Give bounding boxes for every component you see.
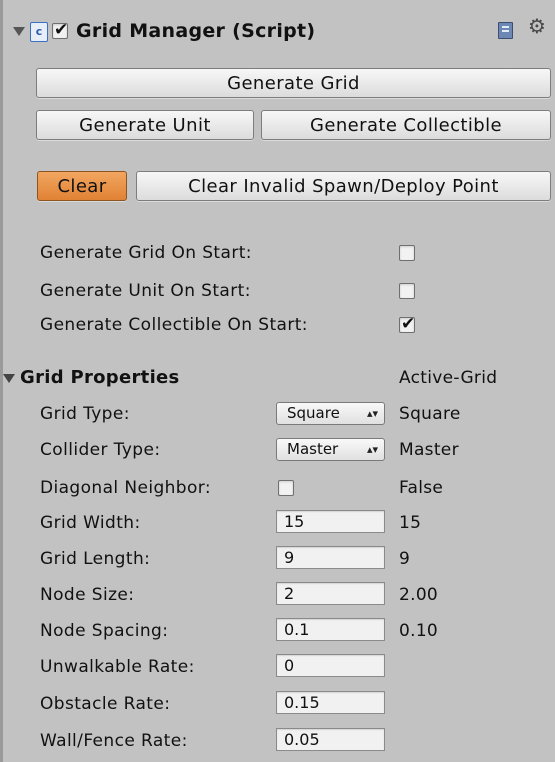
component-header[interactable]: c ✔ Grid Manager (Script) ⚙ xyxy=(0,0,555,58)
grid-length-input[interactable]: 9 xyxy=(276,546,385,569)
node-size-label: Node Size: xyxy=(40,585,135,605)
generate-unit-button[interactable]: Generate Unit xyxy=(36,110,254,140)
node-spacing-input[interactable]: 0.1 xyxy=(276,618,385,641)
diagonal-neighbor-value: False xyxy=(399,478,444,498)
grid-type-selected: Square xyxy=(287,404,340,422)
foldout-arrow-icon[interactable] xyxy=(13,27,25,36)
grid-properties-foldout-icon[interactable] xyxy=(3,374,15,383)
component-title: Grid Manager (Script) xyxy=(76,20,316,42)
check-icon: ✔ xyxy=(401,314,416,334)
node-spacing-value: 0.10 xyxy=(399,621,439,641)
unwalkable-rate-input[interactable]: 0 xyxy=(276,654,385,677)
collider-type-selected: Master xyxy=(287,440,339,458)
grid-type-dropdown[interactable]: Square ▴▾ xyxy=(276,402,385,425)
gear-icon[interactable]: ⚙ xyxy=(528,14,546,38)
active-grid-label: Active-Grid xyxy=(399,368,498,388)
unwalkable-rate-label: Unwalkable Rate: xyxy=(40,657,195,677)
collider-type-value: Master xyxy=(399,440,459,460)
grid-type-label: Grid Type: xyxy=(40,404,130,424)
check-icon: ✔ xyxy=(54,20,69,40)
node-size-value: 2.00 xyxy=(399,585,439,605)
obstacle-rate-label: Obstacle Rate: xyxy=(40,694,171,714)
dropdown-arrows-icon: ▴▾ xyxy=(364,403,378,424)
generate-grid-button[interactable]: Generate Grid xyxy=(36,68,551,98)
generate-grid-on-start-label: Generate Grid On Start: xyxy=(40,243,252,263)
generate-grid-on-start-checkbox[interactable] xyxy=(399,245,415,261)
collider-type-dropdown[interactable]: Master ▴▾ xyxy=(276,438,385,461)
obstacle-rate-input[interactable]: 0.15 xyxy=(276,691,385,714)
node-spacing-label: Node Spacing: xyxy=(40,621,169,641)
clear-button[interactable]: Clear xyxy=(37,171,127,201)
node-size-input[interactable]: 2 xyxy=(276,582,385,605)
dropdown-arrows-icon: ▴▾ xyxy=(364,439,378,460)
book-help-icon[interactable] xyxy=(498,22,513,39)
diagonal-neighbor-checkbox[interactable] xyxy=(278,480,294,496)
generate-collectible-on-start-checkbox[interactable]: ✔ xyxy=(399,314,416,334)
generate-collectible-button[interactable]: Generate Collectible xyxy=(261,110,551,140)
grid-width-label: Grid Width: xyxy=(40,513,141,533)
generate-unit-on-start-label: Generate Unit On Start: xyxy=(40,281,251,301)
collider-type-label: Collider Type: xyxy=(40,440,161,460)
diagonal-neighbor-label: Diagonal Neighbor: xyxy=(40,478,212,498)
grid-type-value: Square xyxy=(399,404,461,424)
wall-fence-rate-input[interactable]: 0.05 xyxy=(276,728,385,751)
grid-properties-title[interactable]: Grid Properties xyxy=(20,367,180,388)
generate-collectible-on-start-label: Generate Collectible On Start: xyxy=(40,315,308,335)
generate-unit-on-start-checkbox[interactable] xyxy=(399,283,415,299)
grid-length-value: 9 xyxy=(399,549,411,569)
grid-length-label: Grid Length: xyxy=(40,549,151,569)
grid-width-input[interactable]: 15 xyxy=(276,510,385,533)
script-icon: c xyxy=(30,22,48,42)
grid-width-value: 15 xyxy=(399,513,422,533)
component-enabled-checkbox[interactable]: ✔ xyxy=(52,20,69,40)
wall-fence-rate-label: Wall/Fence Rate: xyxy=(40,731,188,751)
clear-invalid-spawn-button[interactable]: Clear Invalid Spawn/Deploy Point xyxy=(136,171,551,201)
